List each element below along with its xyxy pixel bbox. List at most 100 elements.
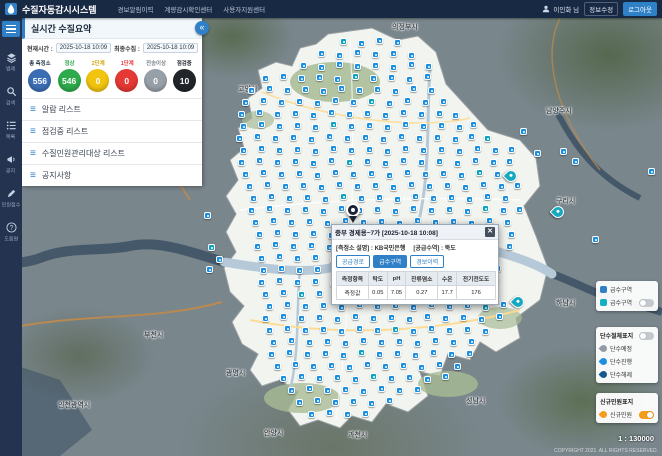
station-marker[interactable]: [288, 337, 295, 344]
station-marker[interactable]: [420, 123, 427, 130]
station-marker[interactable]: [462, 184, 469, 191]
station-marker[interactable]: [274, 229, 281, 236]
station-marker[interactable]: [482, 304, 489, 311]
station-marker[interactable]: [270, 217, 277, 224]
station-marker[interactable]: [320, 208, 327, 215]
station-marker[interactable]: [266, 303, 273, 310]
station-marker[interactable]: [428, 87, 435, 94]
station-marker[interactable]: [364, 158, 371, 165]
station-marker[interactable]: [204, 212, 211, 219]
station-marker[interactable]: [520, 128, 527, 135]
station-marker[interactable]: [406, 76, 413, 83]
station-marker[interactable]: [400, 109, 407, 116]
station-marker[interactable]: [376, 194, 383, 201]
station-marker[interactable]: [372, 182, 379, 189]
sidebar-item-legend[interactable]: 범례: [5, 51, 17, 73]
station-marker[interactable]: [362, 410, 369, 417]
station-marker[interactable]: [344, 135, 351, 142]
station-marker[interactable]: [240, 147, 247, 154]
station-marker[interactable]: [468, 338, 475, 345]
station-marker[interactable]: [486, 217, 493, 224]
station-marker[interactable]: [330, 121, 337, 128]
station-marker[interactable]: [446, 327, 453, 334]
station-marker[interactable]: [410, 304, 417, 311]
station-marker[interactable]: [294, 279, 301, 286]
station-marker[interactable]: [464, 208, 471, 215]
station-marker[interactable]: [338, 304, 345, 311]
station-marker[interactable]: [254, 133, 261, 140]
station-marker[interactable]: [346, 159, 353, 166]
station-marker[interactable]: [492, 147, 499, 154]
station-marker[interactable]: [466, 196, 473, 203]
station-marker[interactable]: [426, 183, 433, 190]
station-marker[interactable]: [326, 409, 333, 416]
station-marker[interactable]: [386, 397, 393, 404]
station-marker[interactable]: [332, 97, 339, 104]
station-marker[interactable]: [400, 362, 407, 369]
station-marker[interactable]: [346, 364, 353, 371]
station-marker[interactable]: [384, 148, 391, 155]
station-marker[interactable]: [312, 124, 319, 131]
station-marker[interactable]: [258, 121, 265, 128]
station-marker[interactable]: [278, 171, 285, 178]
station-marker[interactable]: [452, 136, 459, 143]
station-marker[interactable]: [388, 375, 395, 382]
station-marker[interactable]: [490, 159, 497, 166]
station-marker[interactable]: [276, 277, 283, 284]
station-marker[interactable]: [388, 74, 395, 81]
station-marker[interactable]: [348, 123, 355, 130]
station-marker[interactable]: [374, 86, 381, 93]
station-marker[interactable]: [456, 124, 463, 131]
station-marker[interactable]: [280, 375, 287, 382]
station-marker[interactable]: [298, 315, 305, 322]
station-marker[interactable]: [354, 183, 361, 190]
menu-item-alarm-history[interactable]: 경보알림이력: [118, 4, 154, 14]
station-marker[interactable]: [376, 351, 383, 358]
edit-profile-button[interactable]: 정보수정: [584, 2, 618, 16]
station-marker[interactable]: [278, 99, 285, 106]
station-marker[interactable]: [456, 148, 463, 155]
station-marker[interactable]: [382, 160, 389, 167]
station-marker[interactable]: [425, 63, 432, 70]
station-marker[interactable]: [330, 145, 337, 152]
station-marker[interactable]: [480, 181, 487, 188]
station-marker[interactable]: [258, 145, 265, 152]
station-marker[interactable]: [358, 349, 365, 356]
station-marker[interactable]: [338, 205, 345, 212]
panel-collapse-button[interactable]: «: [195, 21, 209, 35]
list-item-maintenance[interactable]: ≡ 점검중 리스트: [22, 120, 202, 142]
station-marker[interactable]: [412, 193, 419, 200]
station-marker[interactable]: [514, 182, 521, 189]
station-marker[interactable]: [328, 109, 335, 116]
station-marker[interactable]: [274, 363, 281, 370]
station-marker[interactable]: [328, 157, 335, 164]
station-marker[interactable]: [398, 133, 405, 140]
station-marker[interactable]: [300, 62, 307, 69]
station-marker[interactable]: [320, 302, 327, 309]
station-marker[interactable]: [430, 195, 437, 202]
supply-zone-button[interactable]: 급수구역: [373, 255, 407, 268]
close-icon[interactable]: ✕: [485, 227, 495, 237]
station-marker[interactable]: [314, 100, 321, 107]
station-marker[interactable]: [238, 159, 245, 166]
station-marker[interactable]: [440, 170, 447, 177]
station-marker[interactable]: [280, 73, 287, 80]
station-marker[interactable]: [460, 314, 467, 321]
station-marker[interactable]: [296, 399, 303, 406]
station-marker[interactable]: [276, 123, 283, 130]
station-marker[interactable]: [336, 181, 343, 188]
station-marker[interactable]: [216, 256, 223, 263]
station-marker[interactable]: [412, 352, 419, 359]
station-marker[interactable]: [250, 195, 257, 202]
station-marker[interactable]: [440, 98, 447, 105]
station-marker[interactable]: [268, 193, 275, 200]
station-marker[interactable]: [454, 160, 461, 167]
station-marker[interactable]: [454, 363, 461, 370]
station-marker[interactable]: [298, 291, 305, 298]
stat-transmission-error[interactable]: 전송이상 0: [144, 58, 167, 92]
station-marker[interactable]: [306, 385, 313, 392]
station-marker[interactable]: [418, 111, 425, 118]
station-marker[interactable]: [468, 133, 475, 140]
new-complaint-toggle[interactable]: [639, 411, 654, 419]
station-marker[interactable]: [266, 85, 273, 92]
